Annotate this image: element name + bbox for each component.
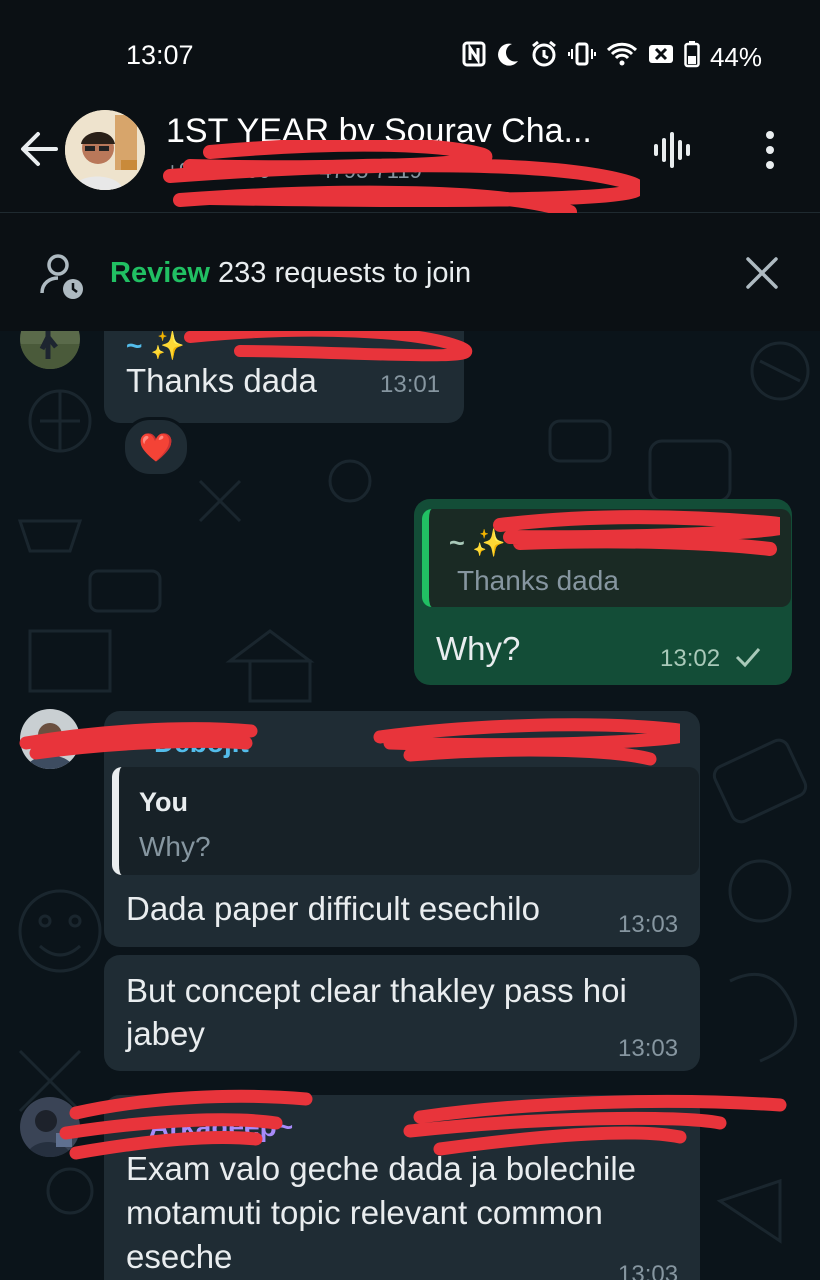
sent-check-icon (734, 645, 762, 674)
message-bubble[interactable]: ~ Arkadeep~ Exam valo geche dada ja bole… (104, 1095, 700, 1280)
heart-emoji: ❤️ (138, 431, 174, 463)
nfc-icon (462, 41, 486, 74)
message-text: Thanks dada (126, 362, 317, 399)
message-time: 13:01 (380, 371, 441, 398)
voice-chat-icon[interactable] (652, 130, 696, 170)
sender-name[interactable]: ~ Arkadeep~ (126, 1111, 293, 1143)
requests-count-text: 233 requests to join (209, 257, 472, 289)
message-text-line: But concept clear thakley pass hoi (126, 972, 627, 1009)
reaction-badge[interactable]: ❤️ (122, 417, 190, 477)
user-clock-icon (38, 251, 88, 301)
join-requests-banner[interactable]: Review 233 requests to join (0, 213, 820, 331)
more-options-icon[interactable] (756, 128, 784, 172)
status-bar: 13:07 44% (0, 0, 820, 100)
sender-avatar[interactable] (20, 1097, 80, 1157)
back-arrow-icon[interactable] (18, 124, 58, 174)
sender-name[interactable]: ~ ✨ (126, 331, 185, 362)
message-text: Dada paper difficult esechilo (126, 890, 540, 927)
quoted-text: Why? (139, 831, 211, 862)
quoted-sender: You (139, 787, 188, 817)
group-members-subtitle[interactable]: +91 70000 ····· 4795 7119 (166, 158, 422, 184)
battery-icon (684, 40, 700, 75)
status-time: 13:07 (126, 40, 194, 70)
status-icons: 44% (462, 40, 762, 75)
join-requests-text: Review 233 requests to join (110, 257, 471, 290)
wifi-icon (606, 41, 638, 74)
chat-area[interactable]: ~ ✨ Thanks dada 13:01 ❤️ ~ ✨ Thanks dada… (0, 331, 820, 1280)
message-time: 13:03 (618, 1261, 679, 1280)
quoted-message[interactable]: You Why? (112, 767, 699, 875)
sender-avatar[interactable] (20, 709, 80, 769)
message-text-line: motamuti topic relevant common (126, 1194, 603, 1231)
outgoing-message-bubble[interactable]: ~ ✨ Thanks dada Why? 13:02 (414, 499, 792, 685)
vibrate-icon (567, 41, 596, 74)
quoted-message[interactable]: ~ ✨ Thanks dada (422, 509, 791, 607)
alarm-icon (530, 40, 558, 75)
review-link[interactable]: Review (110, 257, 210, 289)
message-time: 13:03 (618, 911, 679, 938)
quoted-text: Thanks dada (457, 565, 619, 596)
sender-name[interactable]: Debojit (154, 727, 249, 759)
group-title[interactable]: 1ST YEAR by Sourav Cha... (166, 112, 592, 151)
chat-header: 1ST YEAR by Sourav Cha... +91 70000 ····… (0, 100, 820, 219)
sim-x-icon (648, 43, 674, 72)
message-time: 13:02 (660, 645, 721, 672)
moon-icon (496, 41, 520, 74)
message-bubble[interactable]: But concept clear thakley pass hoi jabey… (104, 955, 700, 1071)
message-text-line: jabey (126, 1015, 205, 1052)
message-text-line: Exam valo geche dada ja bolechile (126, 1150, 637, 1187)
close-icon[interactable] (742, 253, 782, 293)
message-text-line: eseche (126, 1238, 233, 1275)
quoted-sender: ~ ✨ (449, 528, 506, 558)
message-text: Why? (436, 630, 521, 667)
battery-percent: 44% (709, 42, 762, 72)
message-bubble[interactable]: ~ ✨ Thanks dada 13:01 (104, 331, 464, 423)
message-bubble[interactable]: Debojit You Why? Dada paper difficult es… (104, 711, 700, 947)
message-time: 13:03 (618, 1035, 679, 1062)
group-avatar[interactable] (65, 110, 145, 190)
